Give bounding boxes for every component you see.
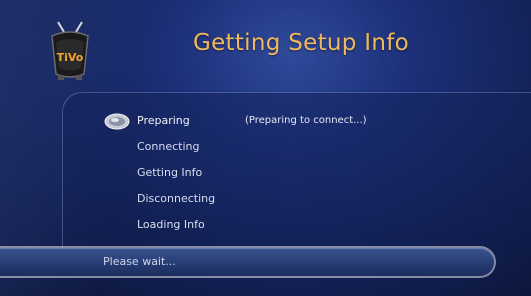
setup-steps-list: Preparing Connecting Getting Info Discon… [137,108,215,238]
step-getting-info: Getting Info [137,166,203,179]
please-wait-text: Please wait... [103,255,176,268]
tivo-logo-icon: TiVo [51,21,89,80]
setup-screen: TiVo Getting Setup Info Preparing Connec… [0,0,531,296]
active-step-indicator-icon [104,113,130,130]
step-disconnecting: Disconnecting [137,192,216,205]
svg-text:TiVo: TiVo [57,51,84,64]
step-connecting: Connecting [137,140,200,153]
step-preparing: Preparing [137,114,190,127]
page-title: Getting Setup Info [192,30,410,56]
please-wait-bar [0,248,494,276]
step-status-text: (Preparing to connect...) [245,115,367,126]
step-loading-info: Loading Info [137,218,205,231]
